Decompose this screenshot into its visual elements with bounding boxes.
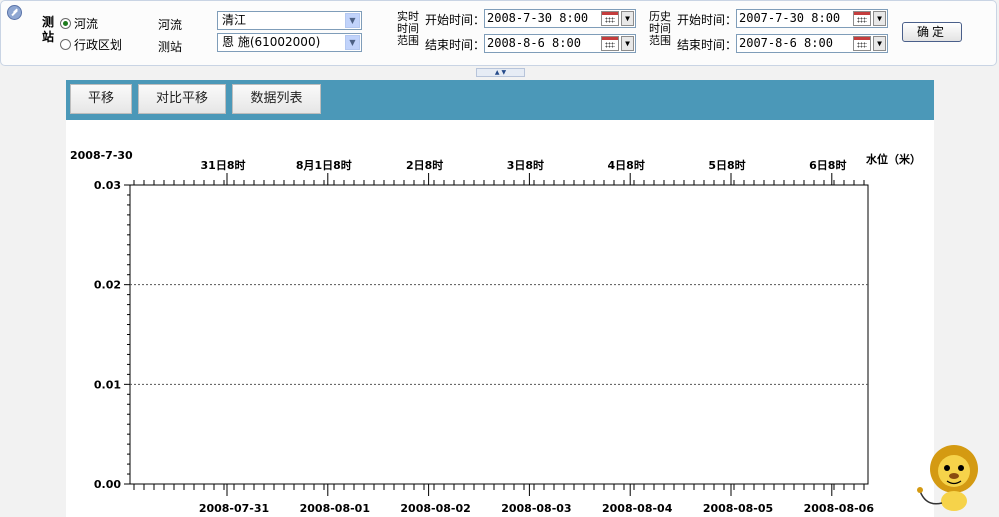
chart-panel: 平移 对比平移 数据列表 2008-7-30 水位（米） 0.00 0.01 0.0…: [66, 80, 934, 517]
history-end-label: 结束时间：: [677, 38, 738, 52]
x-bottom-tick-label: 2008-08-03: [501, 502, 571, 515]
x-bottom-tick-label: 2008-08-04: [602, 502, 673, 515]
radio-region-label: 行政区划: [74, 38, 123, 52]
chart-grid: [130, 284, 868, 385]
radio-river-dot[interactable]: [60, 18, 71, 29]
history-end-value: 2007-8-6 8:00: [739, 36, 833, 50]
station-select-value: 恩 施(61002000): [222, 35, 321, 49]
radio-region-dot[interactable]: [60, 39, 71, 50]
collapse-toggle-button[interactable]: ▲ ▼: [476, 68, 525, 77]
x-bottom-tick-label: 2008-08-01: [300, 502, 370, 515]
realtime-start-label: 开始时间：: [425, 13, 486, 27]
river-select-value: 清江: [222, 13, 247, 27]
realtime-end-label: 结束时间：: [425, 38, 486, 52]
calendar-icon[interactable]: [601, 11, 619, 26]
chevron-down-icon[interactable]: ▼: [621, 36, 634, 51]
station-group-label: 测站: [41, 15, 54, 44]
history-start-value: 2007-7-30 8:00: [739, 11, 841, 25]
chevron-down-icon[interactable]: ▼: [873, 36, 886, 51]
radio-region[interactable]: 行政区划: [60, 36, 122, 53]
radio-river-label: 河流: [74, 17, 99, 31]
x-top-tick-label: 2日8时: [406, 158, 443, 172]
chart-static: 2008-7-30 水位（米）: [70, 149, 921, 485]
realtime-end-input[interactable]: 2008-8-6 8:00 ▼: [484, 34, 636, 53]
x-top-tick-label: 5日8时: [708, 158, 745, 172]
x-bottom-tick-label: 2008-08-02: [400, 502, 470, 515]
realtime-start-value: 2008-7-30 8:00: [487, 11, 589, 25]
chart-x-ticks: 31日8时 2008-07-31 8月1日8时 2008-08-01 2日8时 2008-…: [133, 158, 875, 515]
chevron-down-icon[interactable]: ▼: [621, 11, 634, 26]
history-end-input[interactable]: 2007-8-6 8:00 ▼: [736, 34, 888, 53]
calendar-icon[interactable]: [601, 36, 619, 51]
confirm-button[interactable]: 确定: [902, 22, 962, 42]
history-start-input[interactable]: 2007-7-30 8:00 ▼: [736, 9, 888, 28]
lion-mascot-icon: [917, 445, 978, 511]
river-select[interactable]: 清江 ▼: [217, 11, 362, 30]
x-bottom-tick-label: 2008-07-31: [199, 502, 269, 515]
calendar-icon[interactable]: [853, 11, 871, 26]
realtime-end-value: 2008-8-6 8:00: [487, 36, 581, 50]
chart-y-ticks: 0.00 0.01 0.02 0.03: [94, 179, 130, 491]
chart-date-label: 2008-7-30: [70, 149, 133, 162]
calendar-icon[interactable]: [853, 36, 871, 51]
query-toolbar: 测站 河流 行政区划 河流 测站 清江 ▼ 恩 施(61002000) ▼ 实时…: [0, 0, 997, 66]
history-start-label: 开始时间：: [677, 13, 738, 27]
collapse-toolbar-icon[interactable]: [7, 5, 22, 20]
water-level-chart: 2008-7-30 水位（米） 0.000.010.020.03 31日8时20…: [70, 149, 921, 515]
y-tick-label: 0.03: [94, 179, 121, 192]
chevron-down-icon[interactable]: ▼: [345, 35, 360, 50]
river-label: 河流: [158, 18, 183, 32]
x-top-tick-label: 4日8时: [608, 158, 645, 172]
y-tick-label: 0.00: [94, 478, 121, 491]
x-bottom-tick-label: 2008-08-06: [804, 502, 875, 515]
x-top-tick-label: 31日8时: [201, 158, 246, 172]
history-range-label: 历史时间范围: [649, 10, 671, 47]
x-top-tick-label: 3日8时: [507, 158, 544, 172]
x-top-tick-label: 8月1日8时: [296, 158, 352, 172]
plot-area: [129, 184, 869, 485]
station-select[interactable]: 恩 施(61002000) ▼: [217, 33, 362, 52]
chevron-down-icon[interactable]: ▼: [873, 11, 886, 26]
x-bottom-tick-label: 2008-08-05: [703, 502, 773, 515]
y-tick-label: 0.02: [94, 279, 121, 292]
realtime-start-input[interactable]: 2008-7-30 8:00 ▼: [484, 9, 636, 28]
x-top-tick-label: 6日8时: [809, 158, 846, 172]
station-label: 测站: [158, 40, 183, 54]
realtime-range-label: 实时时间范围: [397, 10, 419, 47]
radio-river[interactable]: 河流: [60, 15, 98, 32]
chevron-down-icon[interactable]: ▼: [345, 13, 360, 28]
chart-y-axis-label: 水位（米）: [866, 152, 921, 166]
y-tick-label: 0.01: [94, 378, 121, 391]
